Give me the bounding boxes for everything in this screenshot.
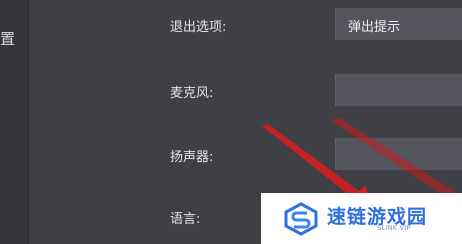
- exit-option-select[interactable]: 弹出提示: [335, 8, 462, 40]
- watermark-banner: 速链游戏园 SLINK.VIP: [261, 193, 462, 244]
- microphone-select[interactable]: [335, 74, 462, 106]
- watermark-subtitle: SLINK.VIP: [377, 224, 411, 232]
- microphone-label: 麦克风:: [170, 86, 214, 101]
- settings-sidebar: 置: [0, 0, 28, 244]
- exit-option-label: 退出选项:: [170, 20, 227, 35]
- speaker-label: 扬声器:: [170, 150, 214, 165]
- s-logo-icon: [284, 202, 318, 236]
- sidebar-item-label[interactable]: 置: [0, 28, 15, 49]
- speaker-select[interactable]: [335, 138, 462, 170]
- exit-option-value: 弹出提示: [348, 20, 401, 35]
- language-label: 语言:: [170, 212, 201, 227]
